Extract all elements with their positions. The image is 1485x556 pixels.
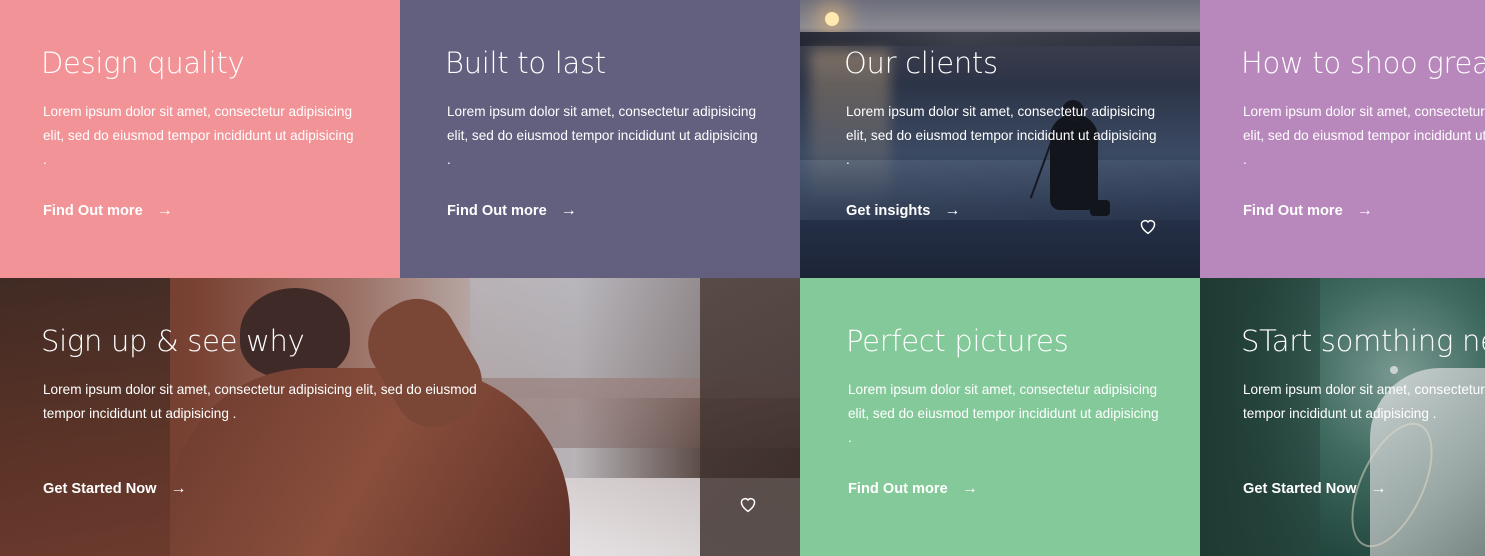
get-started-now-link[interactable]: Get Started Now → [1243, 480, 1387, 498]
link-label: Get Started Now [1243, 481, 1357, 497]
heart-icon[interactable] [738, 495, 758, 513]
arrow-right-icon: → [156, 202, 173, 219]
arrow-right-icon: → [1370, 480, 1387, 497]
get-started-now-link[interactable]: Get Started Now → [43, 480, 187, 498]
tile-description: Lorem ipsum dolor sit amet, consectetur … [1243, 104, 1485, 167]
tile-built-to-last: Built to last Lorem ipsum dolor sit amet… [400, 0, 800, 278]
tile-sign-up: Sign up & see why Lorem ipsum dolor sit … [0, 278, 800, 556]
find-out-more-link[interactable]: Find Out more → [447, 202, 577, 220]
find-out-more-link[interactable]: Find Out more → [848, 480, 978, 498]
tile-description: Lorem ipsum dolor sit amet, consectetur … [846, 104, 1157, 167]
tile-how-to-shoo-great: How to shoo great Lorem ipsum dolor sit … [1200, 0, 1485, 278]
link-label: Get Started Now [43, 481, 157, 497]
tile-title: Our clients [844, 46, 998, 80]
arrow-right-icon: → [944, 202, 961, 219]
link-label: Find Out more [447, 203, 547, 219]
tile-our-clients: Our clients Lorem ipsum dolor sit amet, … [800, 0, 1200, 278]
tile-design-quality: Design quality Lorem ipsum dolor sit ame… [0, 0, 400, 278]
tile-description: Lorem ipsum dolor sit amet, consectetur … [1243, 382, 1485, 421]
tile-title: Perfect pictures [846, 324, 1069, 358]
arrow-right-icon: → [1356, 202, 1373, 219]
tile-title: Built to last [445, 46, 606, 80]
tile-description: Lorem ipsum dolor sit amet, consectetur … [447, 104, 758, 167]
tile-description: Lorem ipsum dolor sit amet, consectetur … [43, 382, 477, 421]
tile-title: Sign up & see why [41, 324, 305, 358]
find-out-more-link[interactable]: Find Out more → [43, 202, 173, 220]
tile-start-something-new: STart somthing new Lorem ipsum dolor sit… [1200, 278, 1485, 556]
link-label: Find Out more [43, 203, 143, 219]
link-label: Find Out more [1243, 203, 1343, 219]
get-insights-link[interactable]: Get insights → [846, 202, 960, 220]
arrow-right-icon: → [170, 480, 187, 497]
heart-icon[interactable] [1138, 217, 1158, 235]
tile-title: How to shoo great [1241, 46, 1485, 80]
link-label: Get insights [846, 203, 931, 219]
tile-description: Lorem ipsum dolor sit amet, consectetur … [43, 104, 354, 167]
find-out-more-link[interactable]: Find Out more → [1243, 202, 1373, 220]
tile-perfect-pictures: Perfect pictures Lorem ipsum dolor sit a… [800, 278, 1200, 556]
arrow-right-icon: → [560, 202, 577, 219]
tile-description: Lorem ipsum dolor sit amet, consectetur … [848, 382, 1159, 445]
tile-title: STart somthing new [1241, 324, 1485, 358]
arrow-right-icon: → [961, 480, 978, 497]
link-label: Find Out more [848, 481, 948, 497]
tile-title: Design quality [41, 46, 245, 80]
